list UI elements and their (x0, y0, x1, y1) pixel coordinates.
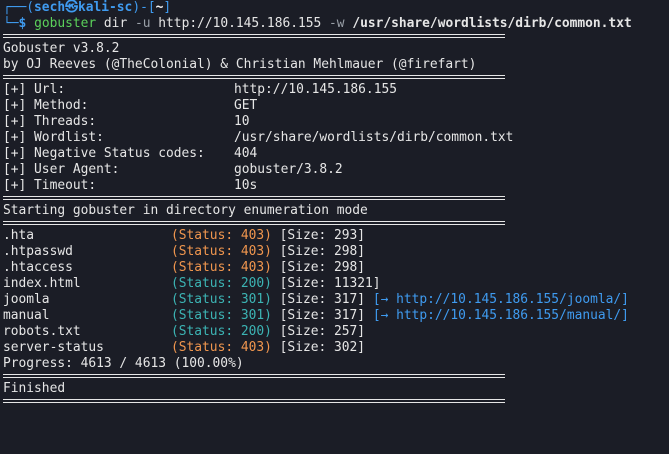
result-status: (Status: 403) (171, 340, 272, 355)
result-status: (Status: 200) (171, 276, 272, 291)
result-row: .htpasswd (Status: 403) [Size: 298] (3, 244, 669, 260)
config-value: 404 (234, 146, 258, 161)
config-row: [+] Negative Status codes: 404 (3, 146, 669, 162)
command-mode: dir (103, 16, 128, 31)
result-row: server-status (Status: 403) [Size: 302] (3, 340, 669, 356)
config-value: 10s (234, 178, 258, 193)
result-path: joomla (3, 292, 50, 307)
result-path: .htaccess (3, 260, 73, 275)
config-value: 10 (234, 114, 250, 129)
config-row: [+] Method: GET (3, 98, 669, 114)
config-row: [+] Url: http://10.145.186.155 (3, 82, 669, 98)
config-list: [+] Url: http://10.145.186.155 [+] Method… (3, 82, 669, 194)
result-size: [Size: 317] (279, 292, 366, 307)
command-wordlist: /usr/share/wordlists/dirb/common.txt (352, 16, 632, 31)
result-status: (Status: 403) (171, 244, 272, 259)
prompt-mid: )-[ (132, 0, 156, 15)
config-row: [+] Timeout: 10s (3, 178, 669, 194)
separator (3, 32, 669, 41)
result-row: joomla (Status: 301) [Size: 317] [→ http:… (3, 292, 669, 308)
config-row: [+] Wordlist: /usr/share/wordlists/dirb/c… (3, 130, 669, 146)
terminal-window[interactable]: ┌──(sech㉿kali-sc)-[~] └─$ gobuster dir -… (0, 0, 669, 454)
config-row: [+] Threads: 10 (3, 114, 669, 130)
result-size: [Size: 298] (279, 244, 366, 259)
separator (3, 397, 669, 406)
config-value: /usr/share/wordlists/dirb/common.txt (234, 130, 514, 145)
result-path: .htpasswd (3, 244, 73, 259)
results-list: .hta (Status: 403) [Size: 293] .htpasswd (… (3, 228, 669, 356)
config-label: [+] Timeout: (3, 178, 97, 193)
config-label: [+] Url: (3, 82, 66, 97)
config-value: GET (234, 98, 258, 113)
separator (3, 372, 669, 381)
result-row: manual (Status: 301) [Size: 317] [→ http:… (3, 308, 669, 324)
result-status: (Status: 200) (171, 324, 272, 339)
result-size: [Size: 11321] (279, 276, 381, 291)
result-path: robots.txt (3, 324, 81, 339)
redirect-link[interactable]: [→ http://10.145.186.155/manual/] (373, 308, 629, 323)
config-label: [+] User Agent: (3, 162, 120, 177)
result-row: .htaccess (Status: 403) [Size: 298] (3, 260, 669, 276)
prompt-end: ] (163, 0, 172, 15)
command-url: http://10.145.186.155 (158, 16, 322, 31)
result-status: (Status: 301) (171, 308, 272, 323)
result-path: index.html (3, 276, 81, 291)
result-path: server-status (3, 340, 104, 355)
result-status: (Status: 301) (171, 292, 272, 307)
prompt-symbol: $ (18, 16, 27, 31)
config-label: [+] Wordlist: (3, 130, 104, 145)
result-path: .hta (3, 228, 35, 243)
banner-title: Gobuster v3.8.2 (3, 41, 120, 56)
command-name: gobuster (34, 16, 97, 31)
config-value: gobuster/3.8.2 (234, 162, 343, 177)
prompt-line-top: ┌──(sech㉿kali-sc)-[~] (3, 0, 669, 16)
banner-credits: by OJ Reeves (@TheColonial) & Christian … (3, 57, 477, 72)
result-path: manual (3, 308, 50, 323)
redirect-link[interactable]: [→ http://10.145.186.155/joomla/] (373, 292, 629, 307)
prompt-user-host: sech㉿kali-sc (34, 0, 133, 15)
config-value: http://10.145.186.155 (234, 82, 397, 97)
separator (3, 219, 669, 228)
finished-message: Finished (3, 381, 66, 396)
config-label: [+] Method: (3, 98, 89, 113)
config-label: [+] Threads: (3, 114, 97, 129)
result-status: (Status: 403) (171, 228, 272, 243)
config-row: [+] User Agent: gobuster/3.8.2 (3, 162, 669, 178)
config-label: [+] Negative Status codes: (3, 146, 205, 161)
prompt-corner-bottom: └─ (3, 16, 19, 31)
result-size: [Size: 317] (279, 308, 366, 323)
result-size: [Size: 302] (279, 340, 366, 355)
separator (3, 73, 669, 82)
prompt-corner-top: ┌──( (3, 0, 35, 15)
result-row: index.html (Status: 200) [Size: 11321] (3, 276, 669, 292)
result-size: [Size: 293] (279, 228, 366, 243)
result-row: .hta (Status: 403) [Size: 293] (3, 228, 669, 244)
result-row: robots.txt (Status: 200) [Size: 257] (3, 324, 669, 340)
separator (3, 194, 669, 203)
start-message: Starting gobuster in directory enumerati… (3, 203, 368, 218)
flag-url: -u (134, 16, 151, 31)
flag-wordlist: -w (329, 16, 345, 31)
result-size: [Size: 298] (279, 260, 366, 275)
command-line[interactable]: └─$ gobuster dir -u http://10.145.186.15… (3, 16, 669, 32)
progress-line: Progress: 4613 / 4613 (100.00%) (3, 356, 244, 371)
result-size: [Size: 257] (279, 324, 366, 339)
result-status: (Status: 403) (171, 260, 272, 275)
